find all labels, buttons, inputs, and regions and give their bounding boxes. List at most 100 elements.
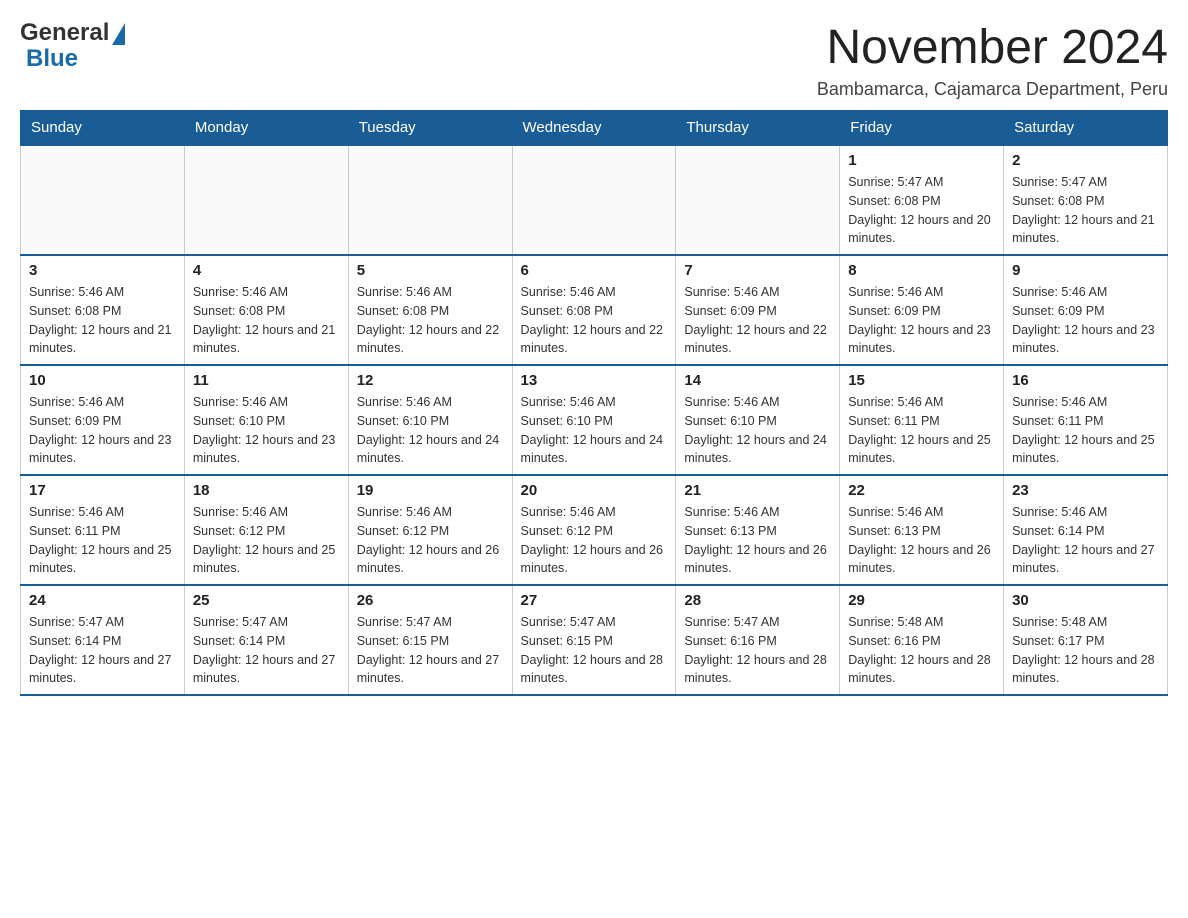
day-info: Sunrise: 5:48 AMSunset: 6:17 PMDaylight:… [1012, 613, 1159, 688]
day-number: 3 [29, 262, 176, 279]
calendar-cell: 25 Sunrise: 5:47 AMSunset: 6:14 PMDayligh… [184, 585, 348, 695]
day-info: Sunrise: 5:46 AMSunset: 6:08 PMDaylight:… [29, 283, 176, 358]
day-number: 16 [1012, 372, 1159, 389]
day-info: Sunrise: 5:46 AMSunset: 6:12 PMDaylight:… [357, 503, 504, 578]
calendar-cell: 6 Sunrise: 5:46 AMSunset: 6:08 PMDaylight… [512, 255, 676, 365]
day-info: Sunrise: 5:46 AMSunset: 6:09 PMDaylight:… [29, 393, 176, 468]
logo-general: General [20, 20, 109, 46]
calendar-header-row: SundayMondayTuesdayWednesdayThursdayFrid… [21, 111, 1168, 146]
calendar-week-row: 24 Sunrise: 5:47 AMSunset: 6:14 PMDayligh… [21, 585, 1168, 695]
day-number: 29 [848, 592, 995, 609]
day-info: Sunrise: 5:46 AMSunset: 6:12 PMDaylight:… [521, 503, 668, 578]
day-number: 7 [684, 262, 831, 279]
calendar-cell: 7 Sunrise: 5:46 AMSunset: 6:09 PMDaylight… [676, 255, 840, 365]
calendar-cell: 24 Sunrise: 5:47 AMSunset: 6:14 PMDayligh… [21, 585, 185, 695]
calendar-cell: 17Sunrise: 5:46 AMSunset: 6:11 PMDayligh… [21, 475, 185, 585]
day-number: 26 [357, 592, 504, 609]
calendar-header-sunday: Sunday [21, 111, 185, 146]
day-info: Sunrise: 5:46 AMSunset: 6:14 PMDaylight:… [1012, 503, 1159, 578]
calendar-cell: 8Sunrise: 5:46 AMSunset: 6:09 PMDaylight… [840, 255, 1004, 365]
calendar-cell: 22 Sunrise: 5:46 AMSunset: 6:13 PMDayligh… [840, 475, 1004, 585]
calendar-cell: 5Sunrise: 5:46 AMSunset: 6:08 PMDaylight… [348, 255, 512, 365]
calendar-header-wednesday: Wednesday [512, 111, 676, 146]
calendar-cell: 28 Sunrise: 5:47 AMSunset: 6:16 PMDayligh… [676, 585, 840, 695]
calendar-cell: 12 Sunrise: 5:46 AMSunset: 6:10 PMDayligh… [348, 365, 512, 475]
calendar-header-tuesday: Tuesday [348, 111, 512, 146]
day-number: 5 [357, 262, 504, 279]
day-number: 14 [684, 372, 831, 389]
day-info: Sunrise: 5:47 AMSunset: 6:15 PMDaylight:… [357, 613, 504, 688]
day-number: 25 [193, 592, 340, 609]
calendar-week-row: 3 Sunrise: 5:46 AMSunset: 6:08 PMDaylight… [21, 255, 1168, 365]
day-number: 19 [357, 482, 504, 499]
day-info: Sunrise: 5:46 AMSunset: 6:10 PMDaylight:… [684, 393, 831, 468]
calendar-cell [512, 145, 676, 255]
day-number: 20 [521, 482, 668, 499]
calendar-cell: 3 Sunrise: 5:46 AMSunset: 6:08 PMDaylight… [21, 255, 185, 365]
day-number: 21 [684, 482, 831, 499]
calendar-cell: 18 Sunrise: 5:46 AMSunset: 6:12 PMDayligh… [184, 475, 348, 585]
calendar-week-row: 17Sunrise: 5:46 AMSunset: 6:11 PMDayligh… [21, 475, 1168, 585]
calendar-cell: 21 Sunrise: 5:46 AMSunset: 6:13 PMDayligh… [676, 475, 840, 585]
calendar-cell: 30 Sunrise: 5:48 AMSunset: 6:17 PMDayligh… [1004, 585, 1168, 695]
day-info: Sunrise: 5:46 AMSunset: 6:09 PMDaylight:… [1012, 283, 1159, 358]
page-header: General Blue November 2024 Bambamarca, C… [20, 20, 1168, 100]
calendar-cell: 19 Sunrise: 5:46 AMSunset: 6:12 PMDayligh… [348, 475, 512, 585]
day-number: 28 [684, 592, 831, 609]
calendar-header-saturday: Saturday [1004, 111, 1168, 146]
day-number: 24 [29, 592, 176, 609]
day-number: 13 [521, 372, 668, 389]
day-info: Sunrise: 5:48 AMSunset: 6:16 PMDaylight:… [848, 613, 995, 688]
day-number: 2 [1012, 152, 1159, 169]
logo: General Blue [20, 20, 125, 73]
day-info: Sunrise: 5:46 AMSunset: 6:11 PMDaylight:… [1012, 393, 1159, 468]
calendar-cell [184, 145, 348, 255]
day-number: 10 [29, 372, 176, 389]
logo-triangle-icon [112, 23, 125, 45]
calendar-header-thursday: Thursday [676, 111, 840, 146]
day-number: 1 [848, 152, 995, 169]
day-number: 4 [193, 262, 340, 279]
day-info: Sunrise: 5:47 AMSunset: 6:14 PMDaylight:… [29, 613, 176, 688]
day-number: 12 [357, 372, 504, 389]
day-number: 27 [521, 592, 668, 609]
calendar-cell: 20 Sunrise: 5:46 AMSunset: 6:12 PMDayligh… [512, 475, 676, 585]
calendar-cell: 2 Sunrise: 5:47 AMSunset: 6:08 PMDaylight… [1004, 145, 1168, 255]
day-info: Sunrise: 5:46 AMSunset: 6:10 PMDaylight:… [357, 393, 504, 468]
calendar-week-row: 1 Sunrise: 5:47 AMSunset: 6:08 PMDaylight… [21, 145, 1168, 255]
day-number: 23 [1012, 482, 1159, 499]
day-info: Sunrise: 5:47 AMSunset: 6:08 PMDaylight:… [1012, 173, 1159, 248]
day-number: 18 [193, 482, 340, 499]
day-info: Sunrise: 5:46 AMSunset: 6:12 PMDaylight:… [193, 503, 340, 578]
day-info: Sunrise: 5:46 AMSunset: 6:13 PMDaylight:… [848, 503, 995, 578]
day-info: Sunrise: 5:46 AMSunset: 6:09 PMDaylight:… [684, 283, 831, 358]
calendar-cell: 9Sunrise: 5:46 AMSunset: 6:09 PMDaylight… [1004, 255, 1168, 365]
day-number: 22 [848, 482, 995, 499]
day-number: 6 [521, 262, 668, 279]
calendar-cell: 16 Sunrise: 5:46 AMSunset: 6:11 PMDayligh… [1004, 365, 1168, 475]
calendar-cell [21, 145, 185, 255]
day-info: Sunrise: 5:46 AMSunset: 6:10 PMDaylight:… [193, 393, 340, 468]
page-title: November 2024 [817, 20, 1168, 75]
day-info: Sunrise: 5:47 AMSunset: 6:14 PMDaylight:… [193, 613, 340, 688]
calendar-cell: 15 Sunrise: 5:46 AMSunset: 6:11 PMDayligh… [840, 365, 1004, 475]
day-info: Sunrise: 5:47 AMSunset: 6:15 PMDaylight:… [521, 613, 668, 688]
day-info: Sunrise: 5:46 AMSunset: 6:11 PMDaylight:… [848, 393, 995, 468]
day-info: Sunrise: 5:46 AMSunset: 6:09 PMDaylight:… [848, 283, 995, 358]
day-info: Sunrise: 5:46 AMSunset: 6:08 PMDaylight:… [521, 283, 668, 358]
calendar-cell [676, 145, 840, 255]
day-number: 15 [848, 372, 995, 389]
day-number: 11 [193, 372, 340, 389]
day-info: Sunrise: 5:46 AMSunset: 6:11 PMDaylight:… [29, 503, 176, 578]
day-number: 30 [1012, 592, 1159, 609]
day-info: Sunrise: 5:46 AMSunset: 6:10 PMDaylight:… [521, 393, 668, 468]
calendar-cell: 26 Sunrise: 5:47 AMSunset: 6:15 PMDayligh… [348, 585, 512, 695]
day-info: Sunrise: 5:47 AMSunset: 6:16 PMDaylight:… [684, 613, 831, 688]
calendar-table: SundayMondayTuesdayWednesdayThursdayFrid… [20, 110, 1168, 696]
calendar-cell: 13 Sunrise: 5:46 AMSunset: 6:10 PMDayligh… [512, 365, 676, 475]
calendar-cell: 4Sunrise: 5:46 AMSunset: 6:08 PMDaylight… [184, 255, 348, 365]
calendar-header-friday: Friday [840, 111, 1004, 146]
page-subtitle: Bambamarca, Cajamarca Department, Peru [817, 79, 1168, 100]
day-info: Sunrise: 5:47 AMSunset: 6:08 PMDaylight:… [848, 173, 995, 248]
day-info: Sunrise: 5:46 AMSunset: 6:13 PMDaylight:… [684, 503, 831, 578]
